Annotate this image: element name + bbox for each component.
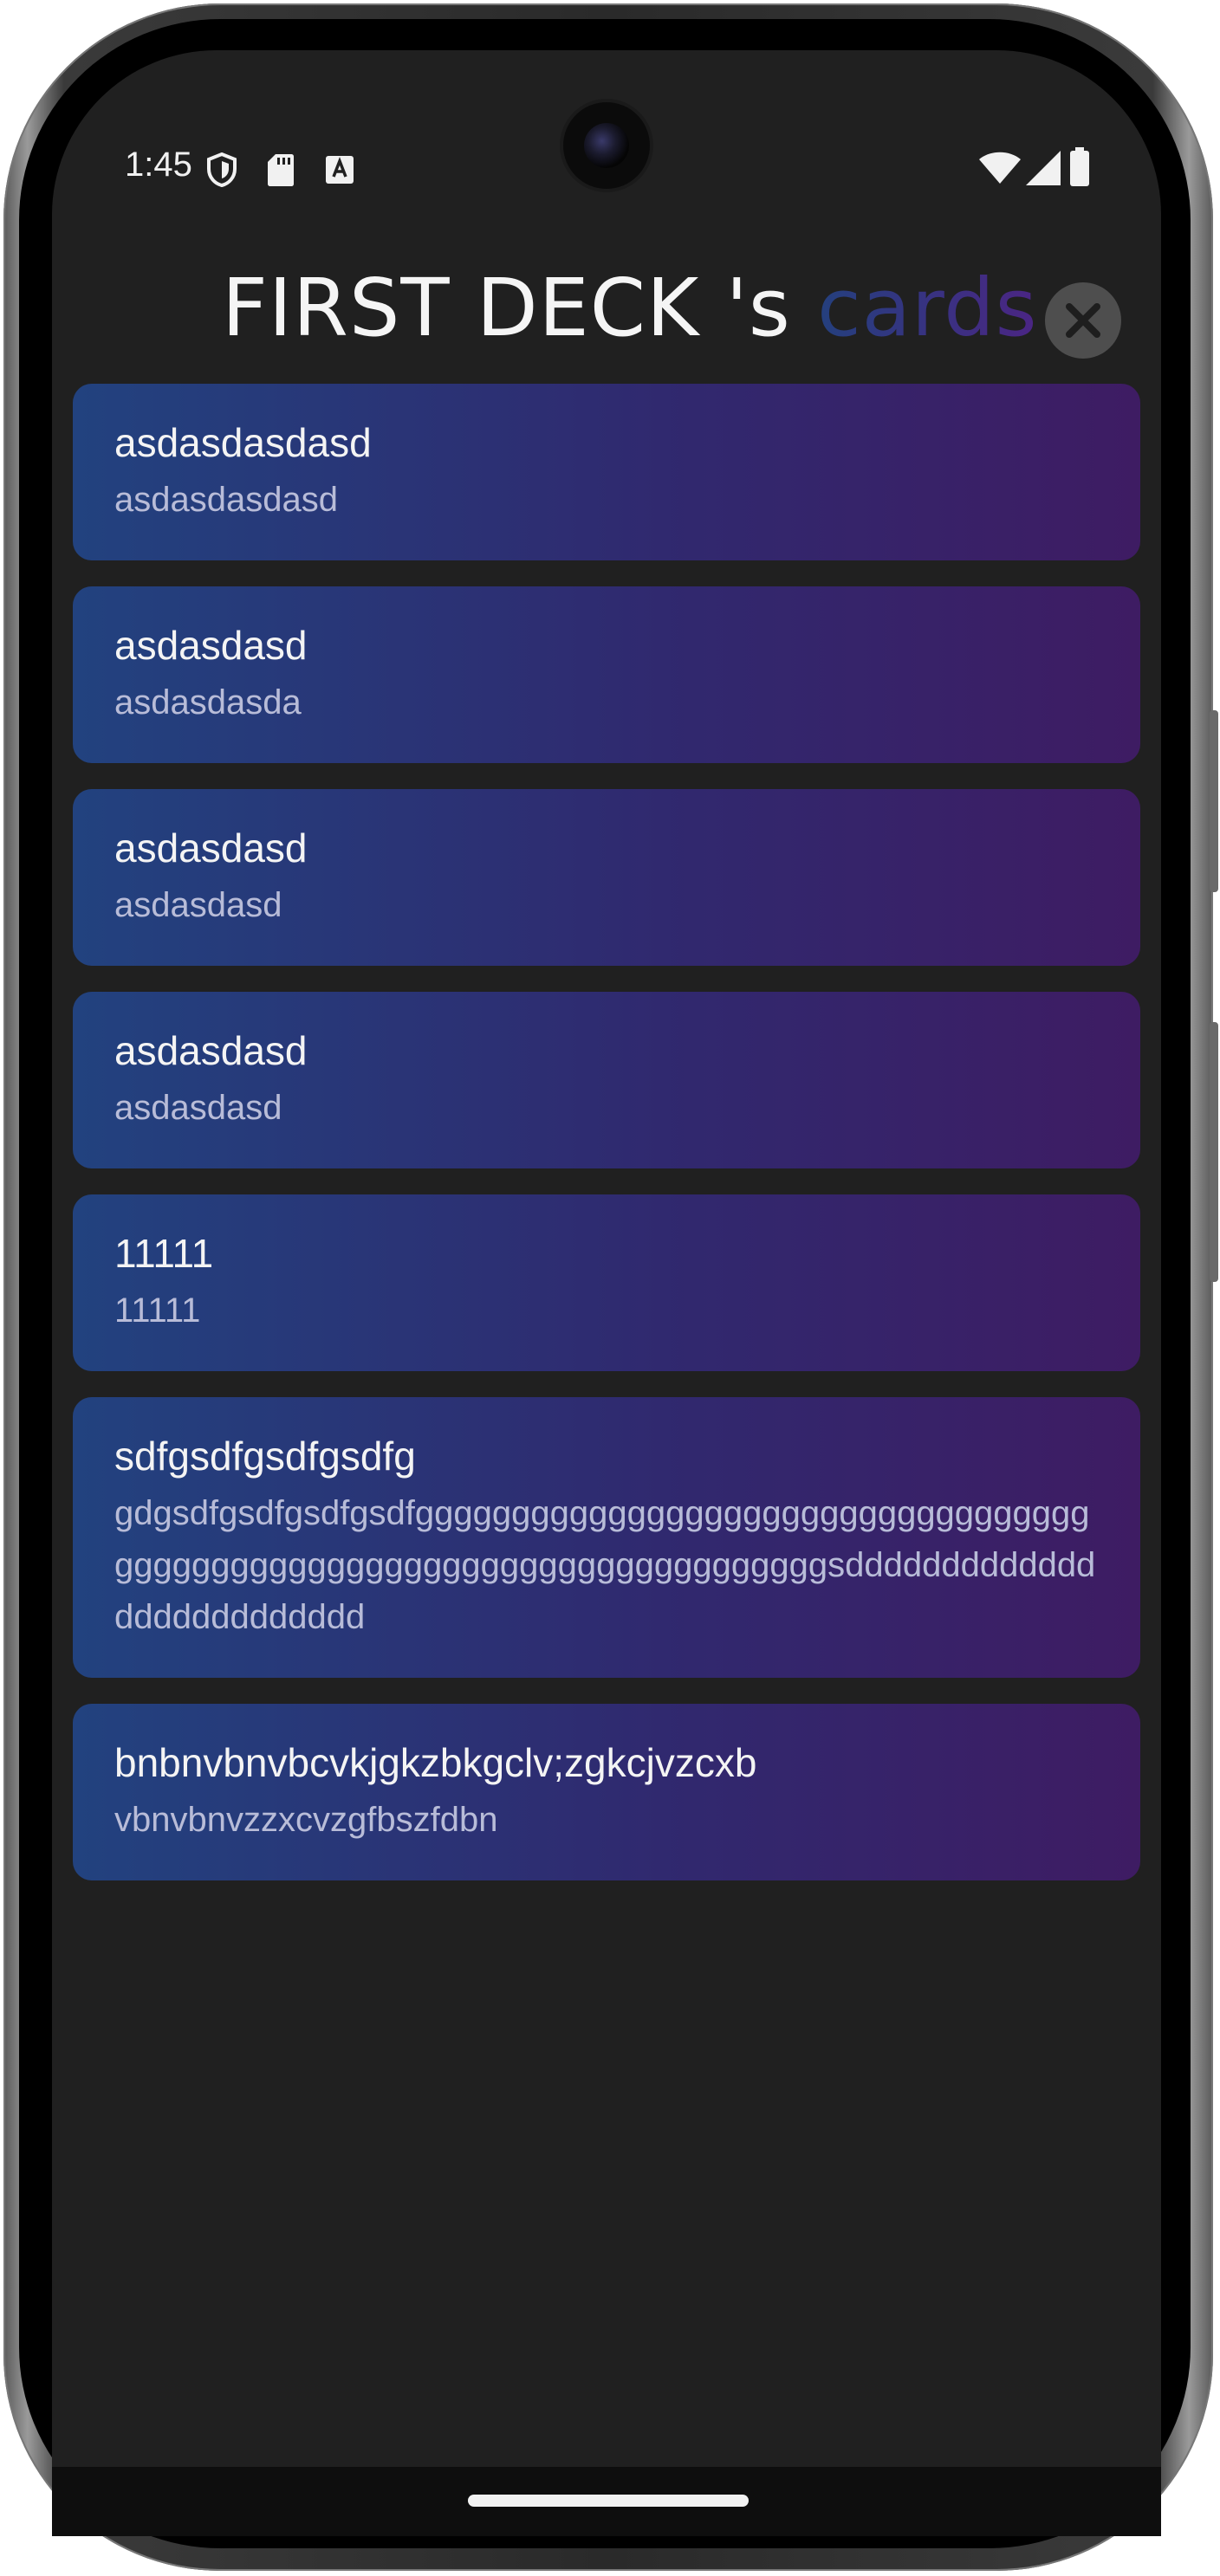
- card-front-text: 11111: [114, 1231, 214, 1276]
- card-back-text: asdasdasd: [114, 1089, 282, 1127]
- close-icon: [1066, 303, 1100, 338]
- flashcard[interactable]: bnbnvbnvbcvkjgkzbkgclv;zgkcjvzcxb vbnvbn…: [73, 1704, 1140, 1880]
- cell-signal-icon: [1026, 151, 1061, 185]
- close-button[interactable]: [1045, 282, 1121, 359]
- battery-icon: [1070, 147, 1089, 186]
- status-time: 1:45: [125, 146, 192, 184]
- camera-lens: [584, 123, 629, 168]
- flashcard[interactable]: asdasdasd asdasdasd: [73, 992, 1140, 1168]
- card-back-text: gdgsdfgsdfgsdfgsdfgggggggggggggggggggggg…: [114, 1494, 1096, 1636]
- card-front-text: asdasdasd: [114, 623, 308, 668]
- card-front-text: asdasdasd: [114, 825, 308, 871]
- volume-button: [1210, 710, 1218, 892]
- phone-device: 1:45 FIRST DECK 's cards asdasdasdasd as…: [0, 0, 1220, 2576]
- card-front-text: asdasdasd: [114, 1028, 308, 1073]
- flashcard[interactable]: 11111 11111: [73, 1194, 1140, 1371]
- card-back-text: 11111: [114, 1291, 201, 1330]
- keyboard-a-icon: [326, 156, 354, 184]
- front-camera: [563, 102, 650, 189]
- page-title: FIRST DECK 's cards: [222, 262, 1038, 354]
- card-back-text: asdasdasda: [114, 683, 302, 722]
- home-indicator[interactable]: [468, 2495, 749, 2507]
- card-back-text: asdasdasd: [114, 886, 282, 924]
- sd-card-icon: [268, 154, 294, 186]
- title-deck-name: FIRST DECK 's: [222, 262, 818, 354]
- card-list: asdasdasdasd asdasdasdasd asdasdasd asda…: [73, 384, 1140, 1906]
- flashcard[interactable]: asdasdasdasd asdasdasdasd: [73, 384, 1140, 560]
- flashcard[interactable]: asdasdasd asdasdasda: [73, 586, 1140, 763]
- header: FIRST DECK 's cards: [52, 249, 1161, 379]
- card-back-text: asdasdasdasd: [114, 481, 338, 519]
- shield-icon: [207, 152, 237, 187]
- card-front-text: asdasdasdasd: [114, 420, 372, 465]
- app-screen: 1:45 FIRST DECK 's cards asdasdasdasd as…: [52, 50, 1161, 2467]
- card-front-text: bnbnvbnvbcvkjgkzbkgclv;zgkcjvzcxb: [114, 1740, 757, 1785]
- wifi-icon: [979, 152, 1021, 184]
- power-button: [1210, 1022, 1218, 1282]
- flashcard[interactable]: asdasdasd asdasdasd: [73, 789, 1140, 966]
- title-accent: cards: [817, 262, 1038, 354]
- status-bar: 1:45: [52, 50, 1161, 189]
- flashcard[interactable]: sdfgsdfgsdfgsdfg gdgsdfgsdfgsdfgsdfggggg…: [73, 1397, 1140, 1678]
- card-front-text: sdfgsdfgsdfgsdfg: [114, 1434, 416, 1479]
- card-back-text: vbnvbnvzzxcvzgfbszfdbn: [114, 1801, 498, 1839]
